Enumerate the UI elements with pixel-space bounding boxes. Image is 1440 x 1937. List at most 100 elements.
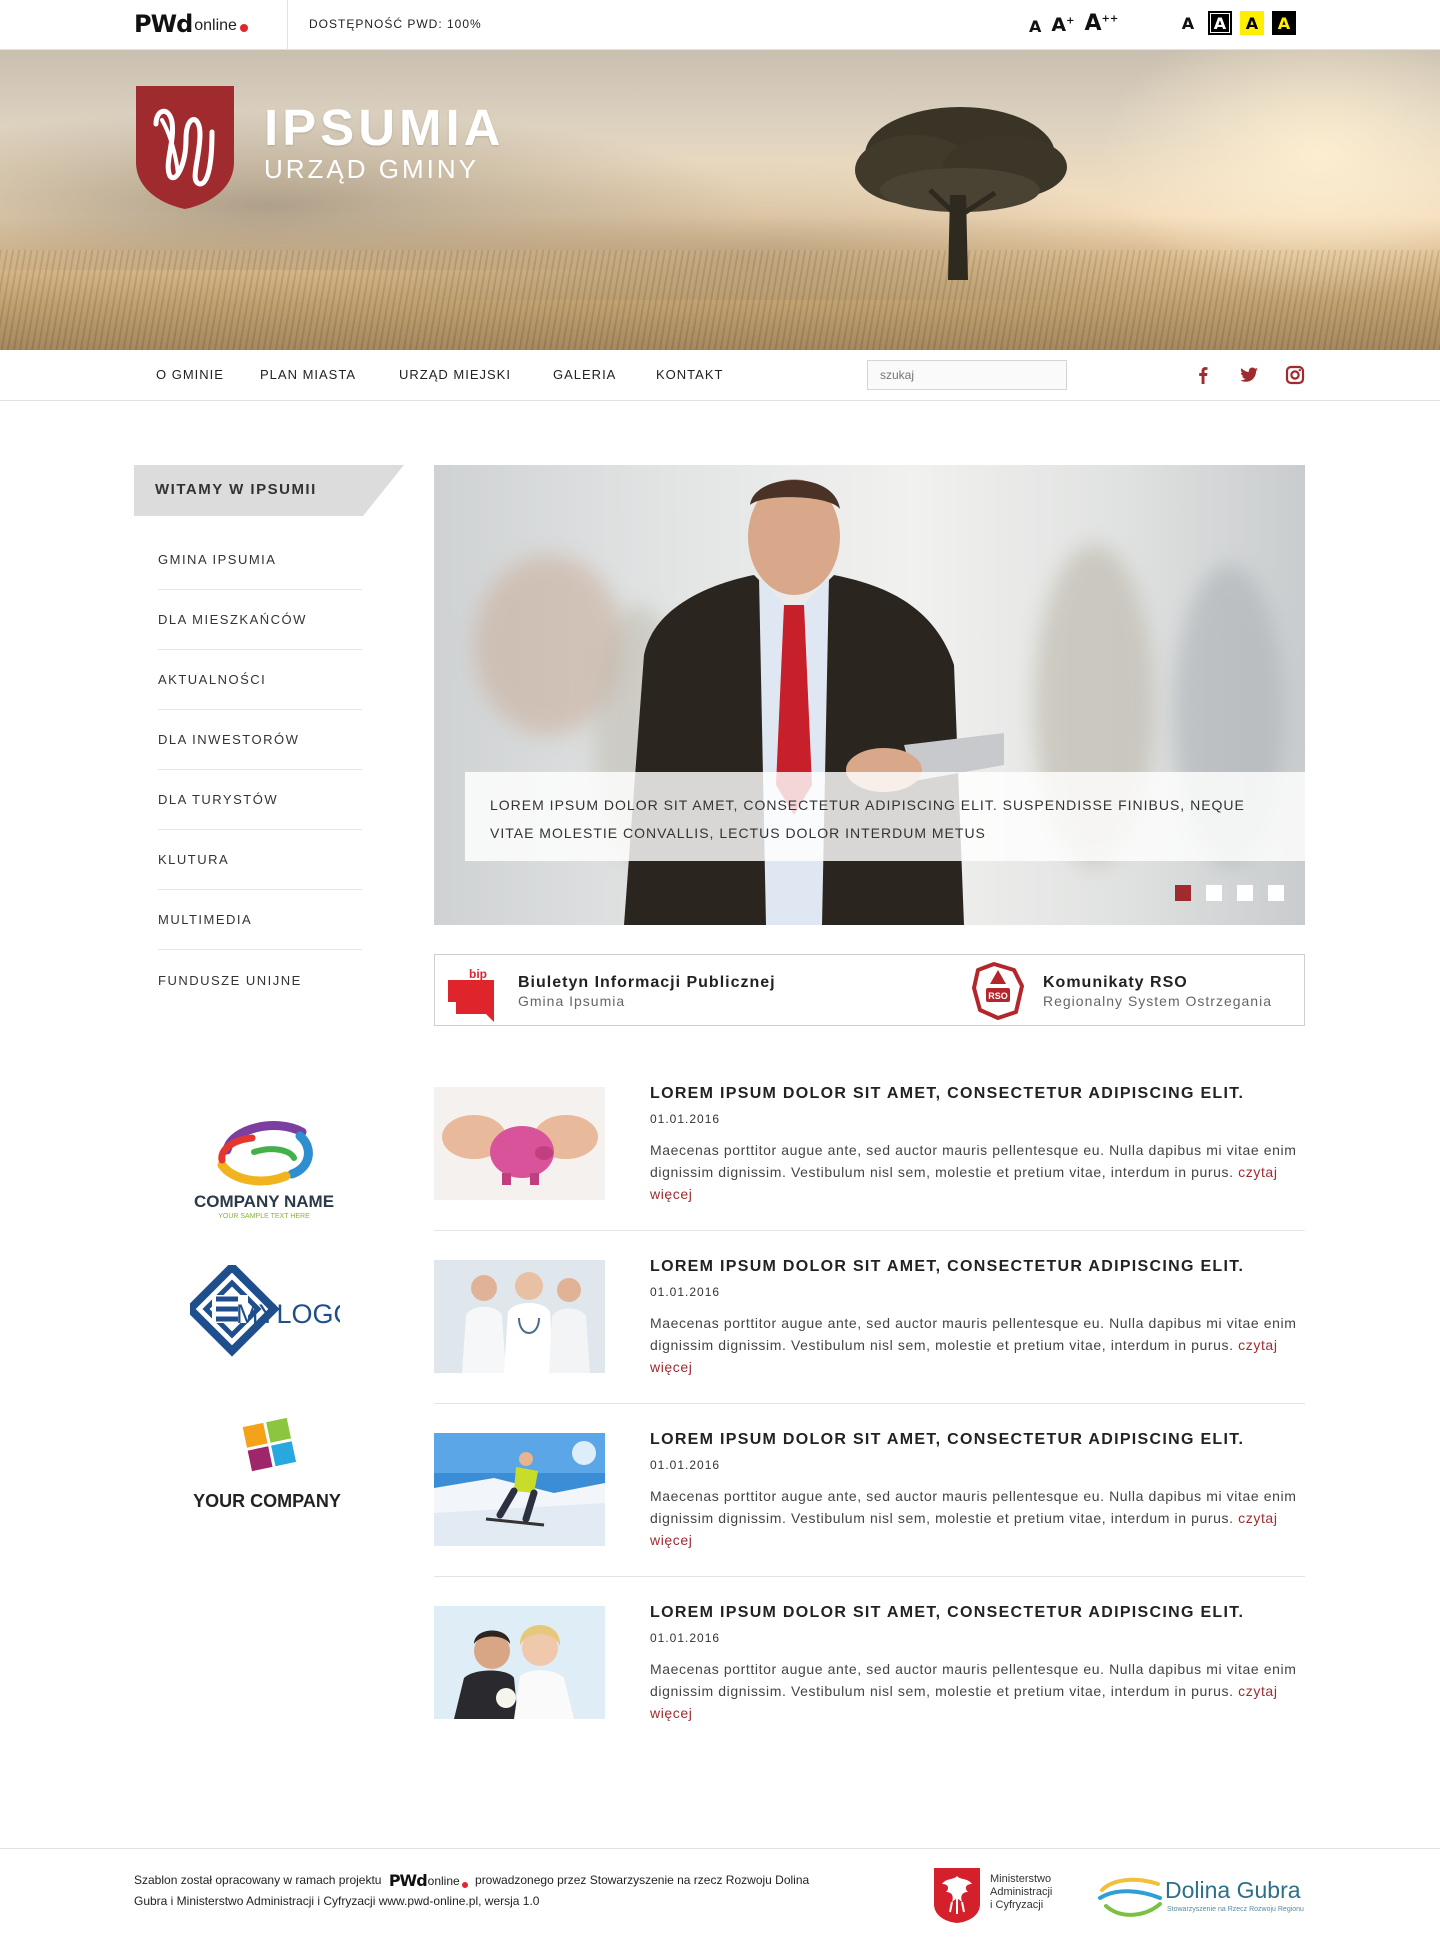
ministry-line: Ministerstwo xyxy=(990,1873,1052,1885)
svg-text:YOUR COMPANY: YOUR COMPANY xyxy=(193,1491,341,1511)
top-bar-divider xyxy=(287,0,288,50)
ministry-line: i Cyfryzacji xyxy=(990,1899,1044,1911)
contrast-black-white-button[interactable]: A xyxy=(1208,11,1232,35)
partner-logo-company-name[interactable]: COMPANY NAME YOUR SAMPLE TEXT HERE xyxy=(182,1110,352,1225)
news-excerpt: Maecenas porttitor augue ante, sed aucto… xyxy=(650,1658,1310,1724)
pwd-online-logo[interactable]: PWd online xyxy=(134,11,248,37)
font-size-large-button[interactable]: A+ xyxy=(1051,14,1074,36)
tree-image xyxy=(855,107,1067,280)
footer-pwd-logo[interactable]: PWd online xyxy=(389,1871,468,1891)
svg-text:YOUR SAMPLE TEXT HERE: YOUR SAMPLE TEXT HERE xyxy=(218,1213,310,1220)
bip-icon[interactable]: bip xyxy=(448,966,496,1022)
sidebar-item-gmina-ipsumia[interactable]: GMINA IPSUMIA xyxy=(158,530,362,590)
pwd-logo-brand: PWd xyxy=(134,10,193,38)
nav-item-kontakt[interactable]: KONTAKT xyxy=(656,367,723,382)
news-date: 01.01.2016 xyxy=(650,1458,721,1472)
slider-dot-3[interactable] xyxy=(1237,885,1253,901)
hero-field xyxy=(0,250,1440,350)
nav-item-galeria[interactable]: GALERIA xyxy=(553,367,616,382)
news-thumbnail-piggy-bank[interactable] xyxy=(434,1087,605,1200)
facebook-icon[interactable] xyxy=(1192,364,1214,386)
news-title[interactable]: LOREM IPSUM DOLOR SIT AMET, CONSECTETUR … xyxy=(650,1604,1244,1622)
municipality-subtitle: URZĄD GMINY xyxy=(264,154,479,184)
news-excerpt-text: Maecenas porttitor augue ante, sed aucto… xyxy=(650,1661,1297,1699)
news-date: 01.01.2016 xyxy=(650,1112,721,1126)
news-excerpt: Maecenas porttitor augue ante, sed aucto… xyxy=(650,1139,1310,1205)
partner-logo-your-company[interactable]: YOUR COMPANY xyxy=(190,1412,350,1517)
sidebar-item-dla-turystow[interactable]: DLA TURYSTÓW xyxy=(158,770,362,830)
font-size-xlarge-mark: ++ xyxy=(1101,13,1119,25)
main-navigation: O GMINIE PLAN MIASTA URZĄD MIEJSKI GALER… xyxy=(0,350,1440,401)
ministry-line: Administracji xyxy=(990,1886,1053,1898)
svg-text:MYLOGO: MYLOGO xyxy=(236,1299,340,1329)
news-date: 01.01.2016 xyxy=(650,1631,721,1645)
news-excerpt: Maecenas porttitor augue ante, sed aucto… xyxy=(650,1312,1310,1378)
contrast-yellow-black-button[interactable]: A xyxy=(1240,11,1264,35)
twitter-icon[interactable] xyxy=(1238,364,1260,386)
news-thumbnail-skier[interactable] xyxy=(434,1433,605,1546)
font-size-xlarge-button[interactable]: A++ xyxy=(1085,11,1119,36)
top-bar: PWd online DOSTĘPNOŚĆ PWD: 100% A A+ A++… xyxy=(0,0,1440,50)
sidebar-item-dla-inwestorow[interactable]: DLA INWESTORÓW xyxy=(158,710,362,770)
rso-link[interactable]: Komunikaty RSO xyxy=(1043,974,1188,992)
sidebar-item-dla-mieszkancow[interactable]: DLA MIESZKAŃCÓW xyxy=(158,590,362,650)
partner-logo-mylogo[interactable]: MYLOGO xyxy=(190,1265,340,1360)
sidebar-header: WITAMY W IPSUMII xyxy=(155,481,317,498)
font-size-normal-button[interactable]: A xyxy=(1029,17,1041,36)
news-excerpt: Maecenas porttitor augue ante, sed aucto… xyxy=(650,1485,1310,1551)
crest-logo[interactable] xyxy=(134,84,236,210)
sidebar-item-multimedia[interactable]: MULTIMEDIA xyxy=(158,890,362,950)
ministry-name: Ministerstwo Administracji i Cyfryzacji xyxy=(990,1873,1052,1912)
dolina-gubra-logo-icon[interactable] xyxy=(1098,1868,1164,1920)
slider-pagination xyxy=(1175,885,1284,901)
nav-item-urzad-miejski[interactable]: URZĄD MIEJSKI xyxy=(399,367,511,382)
sidebar-item-klutura[interactable]: KLUTURA xyxy=(158,830,362,890)
pwd-logo-dot xyxy=(239,24,248,32)
search-input[interactable] xyxy=(867,360,1067,390)
contrast-black-yellow-button[interactable]: A xyxy=(1272,11,1296,35)
footer-pwd-dot xyxy=(461,1882,468,1888)
bip-icon-label: bip xyxy=(469,967,487,981)
news-title[interactable]: LOREM IPSUM DOLOR SIT AMET, CONSECTETUR … xyxy=(650,1258,1244,1276)
font-size-controls: A A+ A++ xyxy=(1029,8,1118,36)
sidebar-item-aktualnosci[interactable]: AKTUALNOŚCI xyxy=(158,650,362,710)
nav-item-o-gminie[interactable]: O GMINIE xyxy=(156,367,224,382)
news-divider xyxy=(434,1576,1305,1577)
footer-text-before: Szablon został opracowany w ramach proje… xyxy=(134,1873,382,1887)
dolina-gubra-name: Dolina Gubra xyxy=(1165,1877,1301,1903)
accessibility-label: DOSTĘPNOŚĆ PWD: 100% xyxy=(309,17,482,31)
news-thumbnail-wedding[interactable] xyxy=(434,1606,605,1719)
news-title[interactable]: LOREM IPSUM DOLOR SIT AMET, CONSECTETUR … xyxy=(650,1431,1244,1449)
ministry-emblem-icon[interactable] xyxy=(932,1866,982,1924)
news-date: 01.01.2016 xyxy=(650,1285,721,1299)
news-thumbnail-doctors[interactable] xyxy=(434,1260,605,1373)
svg-text:COMPANY NAME: COMPANY NAME xyxy=(194,1192,334,1211)
instagram-icon[interactable] xyxy=(1284,364,1306,386)
news-divider xyxy=(434,1403,1305,1404)
news-divider xyxy=(434,1230,1305,1231)
sidebar-item-fundusze-unijne[interactable]: FUNDUSZE UNIJNE xyxy=(158,950,362,1010)
news-excerpt-text: Maecenas porttitor augue ante, sed aucto… xyxy=(650,1488,1297,1526)
slider-dot-2[interactable] xyxy=(1206,885,1222,901)
footer-credits: Szablon został opracowany w ramach proje… xyxy=(134,1870,814,1911)
nav-item-plan-miasta[interactable]: PLAN MIASTA xyxy=(260,367,356,382)
rso-icon[interactable]: RSO xyxy=(970,962,1026,1020)
sidebar-menu: GMINA IPSUMIA DLA MIESZKAŃCÓW AKTUALNOŚC… xyxy=(158,530,362,1010)
bip-subtitle: Gmina Ipsumia xyxy=(518,993,626,1009)
news-title[interactable]: LOREM IPSUM DOLOR SIT AMET, CONSECTETUR … xyxy=(650,1085,1244,1103)
slider-caption: LOREM IPSUM DOLOR SIT AMET, CONSECTETUR … xyxy=(490,797,1245,841)
news-excerpt-text: Maecenas porttitor augue ante, sed aucto… xyxy=(650,1315,1297,1353)
bip-link[interactable]: Biuletyn Informacji Publicznej xyxy=(518,974,776,992)
pwd-logo-suffix: online xyxy=(194,17,237,34)
font-size-xlarge-label: A xyxy=(1084,11,1102,36)
rso-subtitle: Regionalny System Ostrzegania xyxy=(1043,993,1272,1009)
news-excerpt-text: Maecenas porttitor augue ante, sed aucto… xyxy=(650,1142,1297,1180)
font-size-large-label: A xyxy=(1051,14,1067,36)
contrast-default-button[interactable]: A xyxy=(1176,11,1200,35)
slider-dot-1[interactable] xyxy=(1175,885,1191,901)
contrast-controls: A A A A xyxy=(1176,11,1296,35)
footer-pwd-brand: PWd xyxy=(388,1871,428,1890)
municipality-name: IPSUMIA xyxy=(264,99,505,156)
dolina-gubra-tagline: Stowarzyszenie na Rzecz Rozwoju Regionu xyxy=(1167,1906,1304,1913)
slider-dot-4[interactable] xyxy=(1268,885,1284,901)
